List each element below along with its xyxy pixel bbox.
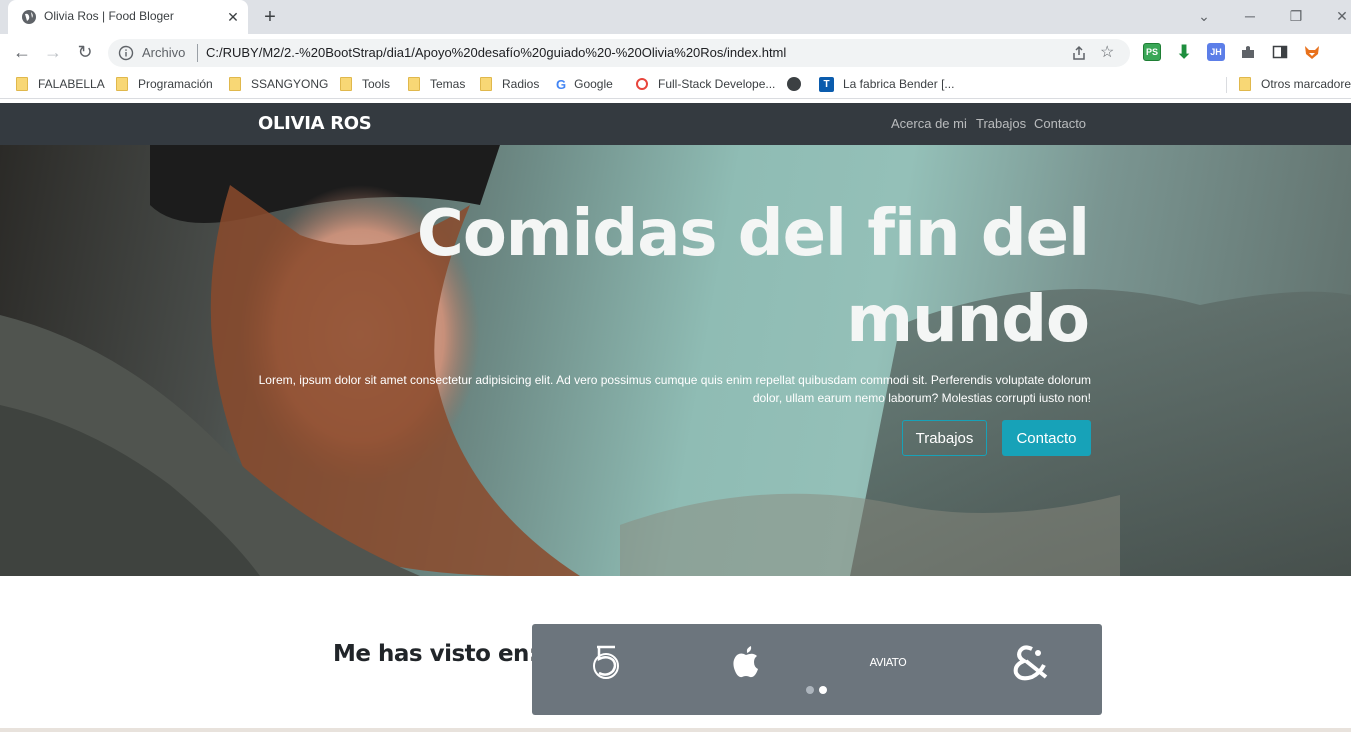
bookmark-label: Otros marcadores xyxy=(1261,77,1351,91)
trello-icon: T xyxy=(819,76,834,92)
new-tab-button[interactable]: + xyxy=(258,5,282,29)
browser-toolbar: ← → ↻ Archivo C:/RUBY/M2/2.-%20BootStrap… xyxy=(0,34,1351,70)
folder-icon xyxy=(480,77,492,91)
contacto-button[interactable]: Contacto xyxy=(1002,420,1091,456)
info-icon[interactable] xyxy=(118,45,134,61)
hero-section: Comidas del fin del mundo Lorem, ipsum d… xyxy=(0,145,1351,576)
hero-headline: Comidas del fin del mundo xyxy=(416,197,1090,357)
restore-icon[interactable]: ❐ xyxy=(1284,4,1308,28)
google-icon: G xyxy=(556,76,567,92)
aviato-logo-icon: AVIATO xyxy=(869,655,907,669)
forward-arrow-icon[interactable]: → xyxy=(41,40,65,64)
bookmark-star-icon[interactable]: ☆ xyxy=(1100,42,1114,62)
browser-tabstrip: Olivia Ros | Food Bloger ✕ + ⌄ ─ ❐ ✕ xyxy=(0,0,1351,34)
folder-icon xyxy=(16,77,28,91)
hero-lead-text: Lorem, ipsum dolor sit amet consectetur … xyxy=(258,373,1091,405)
bookmark-label: Google xyxy=(574,77,613,91)
tab-close-icon[interactable]: ✕ xyxy=(224,8,242,26)
bookmark-label: La fabrica Bender [... xyxy=(843,77,955,91)
bookmark-label: Tools xyxy=(362,77,391,91)
tab-title: Olivia Ros | Food Bloger xyxy=(44,9,174,23)
trabajos-button[interactable]: Trabajos xyxy=(902,420,987,456)
bookmark-folder-falabella[interactable]: FALABELLA xyxy=(16,76,105,92)
tab-search-icon[interactable]: ⌄ xyxy=(1192,4,1216,28)
address-bar[interactable]: Archivo C:/RUBY/M2/2.-%20BootStrap/dia1/… xyxy=(108,39,1130,67)
nav-link-contacto[interactable]: Contacto xyxy=(1034,116,1086,131)
site-icon xyxy=(636,78,648,90)
bookmark-label: Programación xyxy=(138,77,213,91)
reload-icon[interactable]: ↻ xyxy=(73,40,97,64)
logos-carousel[interactable]: AVIATO xyxy=(532,624,1102,715)
bookmark-folder-ssangyong[interactable]: SSANGYONG xyxy=(229,76,328,92)
carousel-indicator-2[interactable] xyxy=(819,686,827,694)
seen-on-heading: Me has visto en: xyxy=(333,641,538,667)
bookmark-la-fabrica-bender[interactable]: T La fabrica Bender [... xyxy=(819,76,954,92)
bookmark-folder-tools[interactable]: Tools xyxy=(340,76,390,92)
back-arrow-icon[interactable]: ← xyxy=(10,40,34,64)
folder-icon xyxy=(1239,77,1251,91)
site-navbar: OLIVIA ROS Acerca de mi Trabajos Contact… xyxy=(0,103,1351,145)
carousel-indicator-1[interactable] xyxy=(806,686,814,694)
bookmark-globe[interactable] xyxy=(787,76,801,92)
bookmark-folder-temas[interactable]: Temas xyxy=(408,76,465,92)
apple-logo-icon xyxy=(726,642,766,682)
nav-link-acerca[interactable]: Acerca de mi xyxy=(891,116,967,131)
share-icon[interactable] xyxy=(1070,44,1088,62)
extension-ps-icon[interactable]: PS xyxy=(1143,43,1161,61)
profile-fox-icon[interactable] xyxy=(1303,43,1321,61)
folder-icon xyxy=(116,77,128,91)
bookmark-label: SSANGYONG xyxy=(251,77,329,91)
extensions-puzzle-icon[interactable] xyxy=(1239,43,1257,61)
side-panel-icon[interactable] xyxy=(1271,43,1289,61)
bookmark-folder-radios[interactable]: Radios xyxy=(480,76,539,92)
close-window-icon[interactable]: ✕ xyxy=(1330,4,1351,28)
folder-icon xyxy=(229,77,241,91)
bookmark-other[interactable]: Otros marcadores xyxy=(1239,76,1351,92)
folder-icon xyxy=(340,77,352,91)
500-logo-icon xyxy=(584,642,628,682)
browser-tab[interactable]: Olivia Ros | Food Bloger ✕ xyxy=(8,0,248,34)
web-page: OLIVIA ROS Acerca de mi Trabajos Contact… xyxy=(0,103,1351,732)
globe-icon xyxy=(22,10,36,24)
bookmarks-separator xyxy=(1226,77,1227,93)
url-text[interactable]: C:/RUBY/M2/2.-%20BootStrap/dia1/Apoyo%20… xyxy=(206,45,786,60)
bookmarks-bar: FALABELLA Programación SSANGYONG Tools T… xyxy=(0,70,1351,99)
folder-icon xyxy=(408,77,420,91)
bookmark-label: Full-Stack Develope... xyxy=(658,77,776,91)
extension-jh-icon[interactable]: JH xyxy=(1207,43,1225,61)
bookmark-label: FALABELLA xyxy=(38,77,105,91)
url-scheme-label: Archivo xyxy=(142,45,186,60)
bookmark-google[interactable]: G Google xyxy=(556,76,613,92)
minimize-icon[interactable]: ─ xyxy=(1238,4,1262,28)
next-section-edge xyxy=(0,728,1351,732)
bookmark-folder-programacion[interactable]: Programación xyxy=(116,76,213,92)
bookmark-full-stack[interactable]: Full-Stack Develope... xyxy=(636,76,775,92)
nav-link-trabajos[interactable]: Trabajos xyxy=(976,116,1026,131)
bookmark-label: Radios xyxy=(502,77,540,91)
url-separator xyxy=(197,44,198,62)
globe-icon xyxy=(787,77,801,91)
dnd-ampersand-logo-icon xyxy=(1008,642,1052,682)
download-extension-icon[interactable]: ⬇ xyxy=(1175,42,1193,62)
bookmark-label: Temas xyxy=(430,77,466,91)
site-brand[interactable]: OLIVIA ROS xyxy=(258,113,372,134)
